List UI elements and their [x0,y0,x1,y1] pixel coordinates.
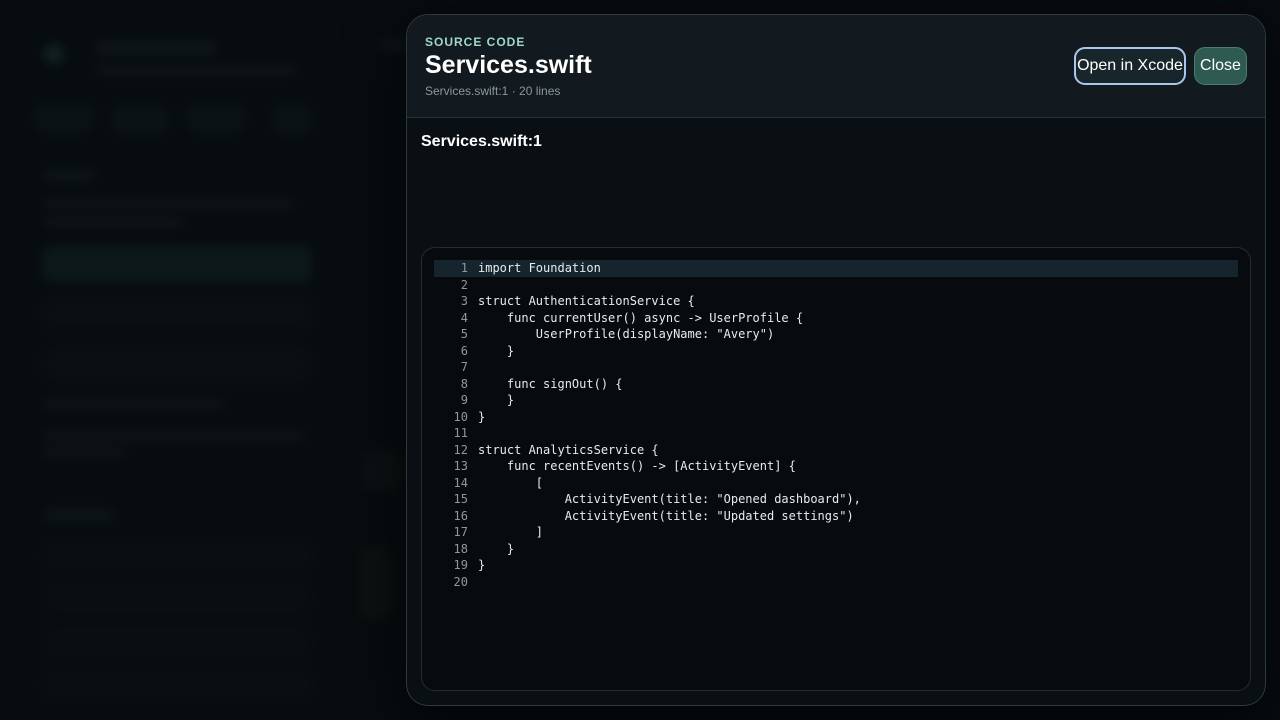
code-line[interactable]: 6 } [434,343,1238,360]
line-content [468,425,478,442]
line-number: 11 [453,426,468,440]
code-line[interactable]: 15 ActivityEvent(title: "Opened dashboar… [434,491,1238,508]
code-line[interactable]: 3 struct AuthenticationService { [434,293,1238,310]
line-number: 13 [453,459,468,473]
code-line[interactable]: 16 ActivityEvent(title: "Updated setting… [434,508,1238,525]
line-number: 14 [453,475,468,490]
line-number: 18 [453,541,468,556]
line-content: } [478,541,515,556]
code-viewer[interactable]: 1 import Foundation 2 3 struct Authenticatio… [421,247,1251,691]
line-number: 20 [453,574,468,589]
close-button[interactable]: Close [1194,47,1247,85]
line-number: 19 [453,558,468,572]
code-line[interactable]: 13 func recentEvents() -> [ActivityEvent… [434,458,1238,475]
code-line[interactable]: 19} [434,557,1238,574]
code-line[interactable]: 7 [434,359,1238,376]
line-content: import Foundation [478,261,601,275]
line-content [468,574,478,591]
line-content: } [478,409,486,424]
code-line[interactable]: 1 import Foundation [434,260,1238,277]
line-number: 12 [453,442,468,457]
line-content: struct AuthenticationService { [478,294,695,308]
line-content: } [478,393,515,407]
line-number: 9 [460,393,468,407]
open-in-xcode-button[interactable]: Open in Xcode [1074,47,1186,85]
line-number: 4 [460,310,468,325]
source-code-sheet: SOURCE CODE Services.swift Services.swif… [406,14,1266,706]
code-line[interactable]: 12 struct AnalyticsService { [434,442,1238,459]
line-content: ] [478,525,544,539]
code-line[interactable]: 4 func currentUser() async -> UserProfil… [434,310,1238,327]
file-location-label: Services.swift:1 [421,133,542,150]
line-number: 10 [453,409,468,424]
line-number: 7 [460,360,468,374]
line-number: 6 [460,343,468,358]
line-content [468,277,478,294]
sheet-title: Services.swift [425,51,592,79]
line-content: func signOut() { [478,376,623,391]
code-line[interactable]: 2 [434,277,1238,294]
line-number: 1 [460,261,468,275]
line-content: ActivityEvent(title: "Updated settings") [478,508,854,523]
line-number: 16 [453,508,468,523]
line-content: func currentUser() async -> UserProfile … [478,310,804,325]
line-content [468,359,478,376]
line-number: 3 [460,294,468,308]
code-line[interactable]: 17 ] [434,524,1238,541]
line-content: } [478,343,515,358]
code-line[interactable]: 9 } [434,392,1238,409]
line-number: 17 [453,525,468,539]
code-line[interactable]: 18 } [434,541,1238,558]
line-number: 8 [460,376,468,391]
line-content: ActivityEvent(title: "Opened dashboard")… [478,492,861,506]
line-number: 2 [460,277,468,292]
line-number: 5 [460,327,468,341]
line-content: } [478,558,486,572]
code-line[interactable]: 10} [434,409,1238,426]
sheet-header: SOURCE CODE Services.swift Services.swif… [407,15,1265,118]
line-content: [ [478,475,544,490]
code-line[interactable]: 20 [434,574,1238,591]
sheet-subtitle: Services.swift:1 · 20 lines [425,84,561,98]
line-content: UserProfile(displayName: "Avery") [478,327,775,341]
line-content: struct AnalyticsService { [478,442,659,457]
sheet-eyebrow: SOURCE CODE [425,35,526,49]
code-line[interactable]: 11 [434,425,1238,442]
code-line[interactable]: 5 UserProfile(displayName: "Avery") [434,326,1238,343]
code-line[interactable]: 14 [ [434,475,1238,492]
line-number: 15 [453,492,468,506]
code-line[interactable]: 8 func signOut() { [434,376,1238,393]
line-content: func recentEvents() -> [ActivityEvent] { [478,459,796,473]
code-lines: 1 import Foundation 2 3 struct Authenticatio… [434,260,1238,590]
